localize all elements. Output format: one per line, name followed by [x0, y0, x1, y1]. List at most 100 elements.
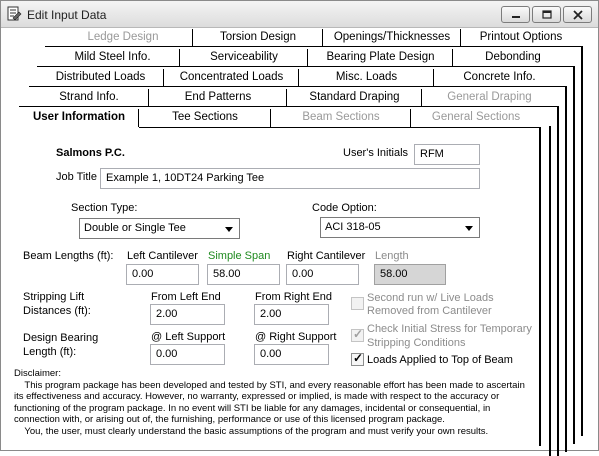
disclaimer-heading: Disclaimer: — [14, 368, 61, 379]
stripping-label-line1: Stripping Lift — [23, 291, 85, 303]
tab-beam-sections[interactable]: Beam Sections — [271, 108, 411, 128]
code-option-select[interactable]: ACI 318-05 — [320, 217, 480, 238]
bearing-label-line2: Length (ft): — [23, 346, 77, 358]
tab-openings-thicknesses[interactable]: Openings/Thicknesses — [323, 28, 461, 48]
initial-stress-label-line1: Check Initial Stress for Temporary — [367, 323, 532, 335]
tab-separator — [307, 49, 308, 67]
code-option-label: Code Option: — [312, 202, 377, 214]
length-label: Length — [375, 250, 409, 262]
stripping-label-line2: Distances (ft): — [23, 305, 91, 317]
initial-stress-checkbox[interactable]: ✓ — [351, 327, 364, 342]
company-name: Salmons P.C. — [56, 147, 125, 159]
tab-printout-options[interactable]: Printout Options — [461, 28, 581, 48]
right-support-field[interactable]: 0.00 — [254, 344, 329, 365]
from-left-end-field[interactable]: 2.00 — [150, 304, 225, 325]
tab-general-draping[interactable]: General Draping — [422, 88, 557, 108]
right-cantilever-label: Right Cantilever — [287, 250, 366, 262]
close-icon — [572, 9, 583, 20]
restore-icon — [541, 9, 552, 19]
chevron-down-icon — [225, 227, 233, 232]
checkmark-icon: ✓ — [353, 351, 364, 365]
left-cantilever-field[interactable]: 0.00 — [126, 264, 199, 285]
minimize-icon — [511, 15, 520, 18]
initial-stress-label-line2: Stripping Conditions — [367, 337, 466, 349]
tab-row-line — [29, 86, 567, 87]
tab-separator — [460, 29, 461, 47]
tab-separator — [298, 69, 299, 87]
tab-separator — [433, 69, 434, 87]
second-run-label-line2: Removed from Cantilever — [367, 305, 492, 317]
minimize-button[interactable] — [501, 6, 530, 23]
tab-strand-info[interactable]: Strand Info. — [29, 88, 149, 108]
tab-separator — [322, 29, 323, 47]
tab-tee-sections[interactable]: Tee Sections — [139, 108, 271, 128]
tab-separator — [179, 49, 180, 67]
edit-input-window: Edit Input Data Ledge Design Torsion Des… — [0, 0, 599, 456]
disclaimer: Disclaimer: This program package has bee… — [14, 368, 534, 438]
code-option-value: ACI 318-05 — [325, 221, 381, 233]
restore-button[interactable] — [532, 6, 561, 23]
tab-separator — [452, 49, 453, 67]
tab-separator — [410, 109, 411, 127]
disclaimer-line: This program package has been developed … — [14, 379, 525, 391]
loads-top-label: Loads Applied to Top of Beam — [367, 354, 513, 366]
tab-ledge-design[interactable]: Ledge Design — [53, 28, 193, 48]
tab-general-sections[interactable]: General Sections — [411, 108, 541, 128]
from-left-end-label: From Left End — [151, 291, 221, 303]
loads-top-checkbox[interactable]: ✓ — [351, 351, 364, 366]
chevron-down-icon — [465, 226, 473, 231]
right-cantilever-field[interactable]: 0.00 — [286, 264, 359, 285]
initials-field[interactable]: RFM — [414, 144, 480, 165]
sheet-edge — [549, 126, 551, 456]
sheet-edge — [573, 66, 575, 444]
left-support-field[interactable]: 0.00 — [150, 344, 225, 365]
tab-row-line — [19, 106, 559, 107]
tab-end-patterns[interactable]: End Patterns — [149, 88, 287, 108]
sheet-edge — [565, 86, 567, 452]
length-field: 58.00 — [374, 264, 446, 285]
job-title-field[interactable]: Example 1, 10DT24 Parking Tee — [100, 168, 480, 189]
tab-distributed-loads[interactable]: Distributed Loads — [37, 68, 164, 88]
tab-row-line — [139, 127, 541, 128]
tab-row-line — [45, 46, 583, 47]
section-type-label: Section Type: — [71, 202, 138, 214]
from-right-end-label: From Right End — [255, 291, 333, 303]
section-type-select[interactable]: Double or Single Tee — [79, 218, 240, 239]
tab-separator — [163, 69, 164, 87]
simple-span-label: Simple Span — [208, 250, 271, 262]
tab-torsion-design[interactable]: Torsion Design — [193, 28, 323, 48]
job-title-label: Job Title — [56, 171, 97, 183]
title-bar[interactable]: Edit Input Data — [1, 1, 598, 28]
checkmark-icon: ✓ — [353, 327, 364, 341]
section-type-value: Double or Single Tee — [84, 222, 186, 234]
from-right-end-field[interactable]: 2.00 — [254, 304, 329, 325]
tab-standard-draping[interactable]: Standard Draping — [287, 88, 422, 108]
second-run-checkbox[interactable] — [351, 297, 364, 310]
tab-serviceability[interactable]: Serviceability — [180, 48, 308, 68]
document-edit-icon — [7, 6, 22, 21]
tab-misc-loads[interactable]: Misc. Loads — [299, 68, 434, 88]
tab-mild-steel-info[interactable]: Mild Steel Info. — [45, 48, 180, 68]
tab-concentrated-loads[interactable]: Concentrated Loads — [164, 68, 299, 88]
simple-span-field[interactable]: 58.00 — [207, 264, 280, 285]
left-cantilever-label: Left Cantilever — [127, 250, 198, 262]
close-button[interactable] — [563, 6, 592, 23]
left-support-label: @ Left Support — [151, 331, 226, 343]
sheet-edge — [557, 106, 559, 456]
initials-label: User's Initials — [343, 147, 409, 159]
tab-separator — [286, 89, 287, 107]
sheet-edge — [539, 128, 541, 446]
sheet-edge — [581, 46, 583, 436]
tab-user-information[interactable]: User Information — [19, 108, 139, 128]
window-title: Edit Input Data — [27, 8, 107, 22]
tab-row-line — [37, 66, 575, 67]
tab-separator — [138, 109, 139, 127]
tab-concrete-info[interactable]: Concrete Info. — [434, 68, 565, 88]
disclaimer-line: its effectiveness and accuracy. However,… — [14, 391, 500, 403]
tab-separator — [148, 89, 149, 107]
tab-debonding[interactable]: Debonding — [453, 48, 573, 68]
bearing-label-line1: Design Bearing — [23, 332, 99, 344]
tab-separator — [421, 89, 422, 107]
tab-bearing-plate-design[interactable]: Bearing Plate Design — [308, 48, 453, 68]
tab-separator — [192, 29, 193, 47]
